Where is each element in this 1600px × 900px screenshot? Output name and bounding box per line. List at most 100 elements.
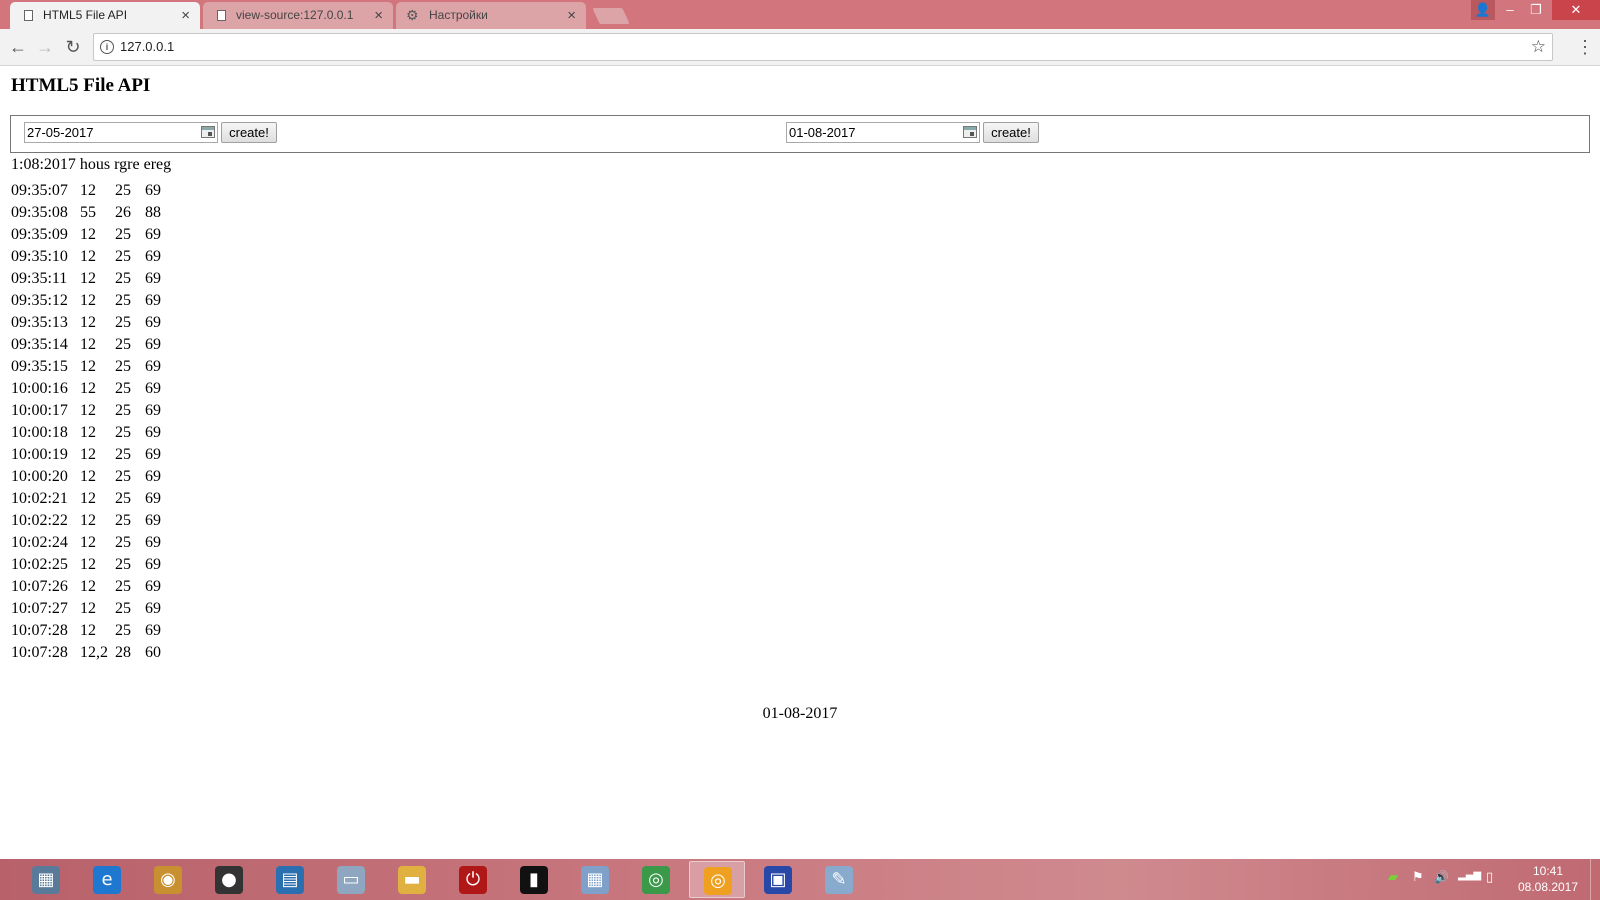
taskbar-app-button[interactable]: ▭ <box>323 861 379 898</box>
taskbar-app-button[interactable]: ◎ <box>689 861 745 898</box>
taskbar-app-button[interactable]: ⏻ <box>445 861 501 898</box>
tab-label: Настройки <box>429 8 488 22</box>
row-hous: 12 <box>80 556 96 573</box>
row-ereg: 69 <box>145 314 161 331</box>
row-ereg: 69 <box>145 490 161 507</box>
taskbar-app-button[interactable]: ◎ <box>628 861 684 898</box>
command-prompt-icon: ▮ <box>520 866 548 894</box>
row-rgre: 25 <box>115 226 131 243</box>
battery-icon[interactable]: ▯ <box>1486 870 1493 885</box>
create-button-right[interactable]: create! <box>983 122 1039 143</box>
header-col-ereg: ereg <box>143 156 172 173</box>
row-ereg: 69 <box>145 270 161 287</box>
taskbar-app-button[interactable]: ▦ <box>18 861 74 898</box>
create-form: 27-05-2017 create! 01-08-2017 create! <box>10 115 1590 153</box>
tab-close-icon[interactable]: × <box>567 2 576 29</box>
taskbar-app-button[interactable]: ▤ <box>262 861 318 898</box>
row-rgre: 25 <box>115 622 131 639</box>
restore-icon[interactable]: ❐ <box>1523 0 1549 20</box>
row-rgre: 25 <box>115 380 131 397</box>
back-arrow-icon[interactable]: ← <box>6 35 30 59</box>
info-icon[interactable]: i <box>100 40 114 54</box>
row-hous: 12 <box>80 534 96 551</box>
tab-html5-file-api[interactable]: HTML5 File API × <box>10 2 200 29</box>
taskbar-app-button[interactable]: ▮ <box>506 861 562 898</box>
tab-close-icon[interactable]: × <box>181 2 190 29</box>
row-time: 09:35:10 <box>11 248 68 265</box>
taskbar-app-button[interactable]: ✎ <box>811 861 867 898</box>
close-window-icon[interactable]: ✕ <box>1552 0 1600 20</box>
create-button-left[interactable]: create! <box>221 122 277 143</box>
row-ereg: 69 <box>145 600 161 617</box>
forward-arrow-icon[interactable]: → <box>33 35 57 59</box>
row-ereg: 88 <box>145 204 161 221</box>
row-rgre: 25 <box>115 556 131 573</box>
taskbar-app-button[interactable]: ▬ <box>384 861 440 898</box>
internet-explorer-icon: e <box>93 866 121 894</box>
reload-icon[interactable]: ↻ <box>61 35 85 59</box>
row-hous: 12 <box>80 402 96 419</box>
speaker-app-icon: ● <box>215 866 243 894</box>
browser-toolbar: ← → ↻ i 127.0.0.1 ☆ ⋮ <box>0 29 1600 66</box>
browser-menu-icon[interactable]: ⋮ <box>1576 35 1594 59</box>
row-time: 09:35:13 <box>11 314 68 331</box>
nvidia-tray-icon[interactable]: ▰ <box>1388 870 1398 885</box>
tab-close-icon[interactable]: × <box>374 2 383 29</box>
row-time: 10:07:27 <box>11 600 68 617</box>
row-ereg: 69 <box>145 402 161 419</box>
address-bar[interactable]: i 127.0.0.1 ☆ <box>93 33 1553 61</box>
page-icon <box>217 10 226 21</box>
row-hous: 12 <box>80 490 96 507</box>
calendar-icon[interactable] <box>963 126 977 138</box>
row-rgre: 25 <box>115 512 131 529</box>
taskbar-app-button[interactable]: ◉ <box>140 861 196 898</box>
show-desktop-button[interactable] <box>1590 859 1600 900</box>
monitor-app-icon: ▭ <box>337 866 365 894</box>
action-center-flag-icon[interactable]: ⚑ <box>1412 870 1424 885</box>
row-rgre: 25 <box>115 270 131 287</box>
end-date-value: 01-08-2017 <box>789 125 856 140</box>
taskbar-app-button[interactable]: ● <box>201 861 257 898</box>
user-profile-icon[interactable]: 👤 <box>1471 0 1495 20</box>
new-tab-button[interactable] <box>592 8 630 24</box>
row-rgre: 25 <box>115 182 131 199</box>
taskbar-app-button[interactable]: ▦ <box>567 861 623 898</box>
row-ereg: 69 <box>145 292 161 309</box>
row-rgre: 25 <box>115 468 131 485</box>
clock-time: 10:41 <box>1532 864 1564 878</box>
calendar-icon[interactable] <box>201 126 215 138</box>
editor-app-icon: ▤ <box>276 866 304 894</box>
start-date-input[interactable]: 27-05-2017 <box>24 122 218 143</box>
row-time: 09:35:12 <box>11 292 68 309</box>
row-hous: 12 <box>80 248 96 265</box>
header-col-rgre: rgre <box>114 156 140 173</box>
row-rgre: 25 <box>115 578 131 595</box>
row-ereg: 69 <box>145 380 161 397</box>
row-ereg: 69 <box>145 578 161 595</box>
row-hous: 12 <box>80 336 96 353</box>
url-text[interactable]: 127.0.0.1 <box>120 34 174 60</box>
taskbar-app-button[interactable]: ▣ <box>750 861 806 898</box>
taskbar-app-button[interactable]: e <box>79 861 135 898</box>
row-hous: 12 <box>80 512 96 529</box>
bookmark-star-icon[interactable]: ☆ <box>1531 34 1546 60</box>
calculator-icon: ▦ <box>581 866 609 894</box>
header-date: 1:08:2017 <box>11 156 76 173</box>
windows-taskbar: ▦ e ◉ ● ▤ ▭ ▬ ⏻ ▮ ▦ ◎ ◎ ▣ ✎ ▰ ⚑ 🔊 ▂▄▆ ▯ 10:41 08.08.2… <box>0 859 1600 900</box>
row-ereg: 60 <box>145 644 161 661</box>
volume-icon[interactable]: 🔊 <box>1434 870 1449 884</box>
taskbar-clock[interactable]: 10:41 08.08.2017 <box>1510 863 1586 895</box>
gear-icon: ⚙ <box>406 7 419 23</box>
tab-view-source[interactable]: view-source:127.0.0.1 × <box>203 2 393 29</box>
network-signal-icon[interactable]: ▂▄▆ <box>1458 870 1481 881</box>
tab-settings[interactable]: ⚙ Настройки × <box>396 2 586 29</box>
end-date-input[interactable]: 01-08-2017 <box>786 122 980 143</box>
row-ereg: 69 <box>145 248 161 265</box>
row-hous: 12 <box>80 446 96 463</box>
tab-label: HTML5 File API <box>43 8 128 22</box>
header-col-hous: hous <box>79 156 111 173</box>
folder-icon: ▬ <box>398 866 426 894</box>
row-hous: 12 <box>80 226 96 243</box>
minimize-icon[interactable]: – <box>1497 0 1523 20</box>
row-hous: 12 <box>80 182 96 199</box>
